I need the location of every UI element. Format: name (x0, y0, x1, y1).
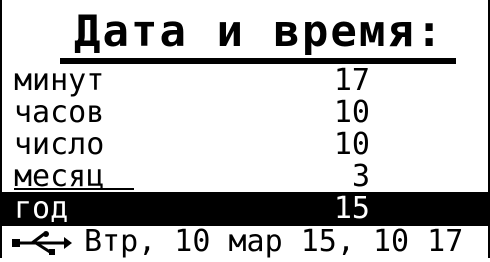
usb-icon (12, 230, 72, 255)
page-title: Дата и время: (74, 6, 445, 57)
datetime-status-text: Втр, 10 мар 15, 10 17 (84, 224, 464, 259)
menu-item-year[interactable]: год 15 (0, 192, 490, 226)
menu-item-value: 10 (333, 127, 370, 162)
status-bar: Втр, 10 мар 15, 10 17 (0, 226, 490, 258)
menu-item-minutes[interactable]: минут 17 (0, 64, 490, 98)
menu-item-label: число (14, 127, 105, 162)
menu-item-value: 10 (333, 95, 370, 130)
menu-item-label: год (14, 191, 69, 226)
menu-item-value: 15 (333, 191, 370, 226)
menu-item-value: 17 (333, 63, 370, 98)
menu-item-value: 3 (351, 159, 370, 194)
menu-item-day[interactable]: число 10 (0, 128, 490, 162)
menu-item-month-underline (14, 188, 134, 190)
menu-item-label: часов (14, 95, 105, 130)
lcd-screen: Дата и время: минут 17 часов 10 число 10… (0, 0, 490, 258)
menu-item-label: минут (14, 63, 105, 98)
menu-item-hours[interactable]: часов 10 (0, 96, 490, 130)
